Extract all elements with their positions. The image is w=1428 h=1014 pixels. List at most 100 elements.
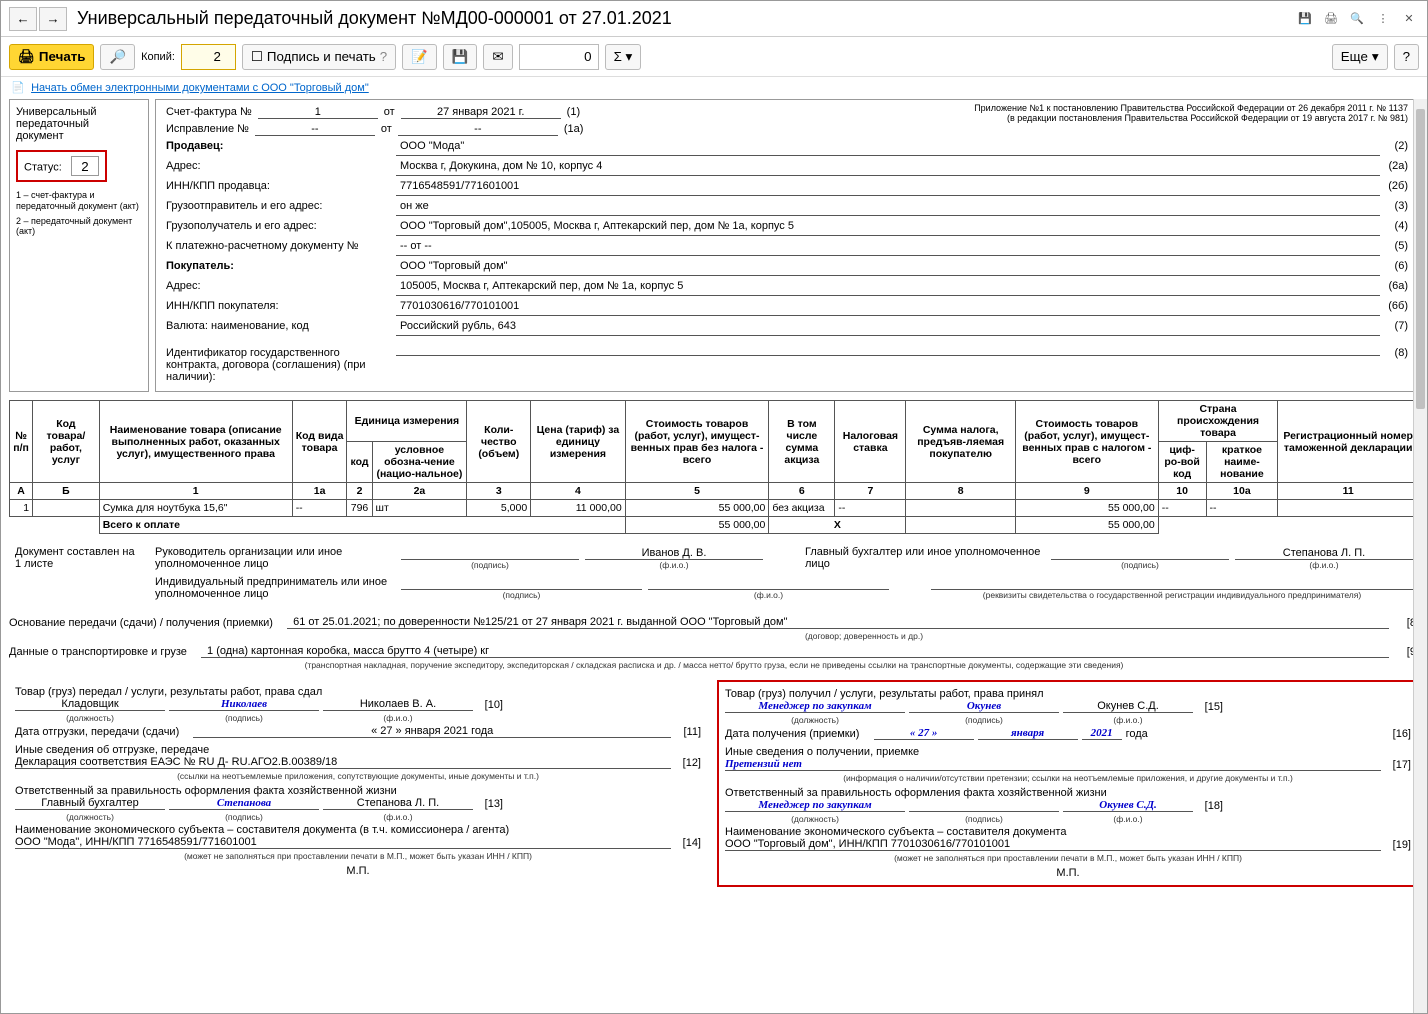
item-row: 1 Сумка для ноутбука 15,6"-- 796шт 5,000… xyxy=(10,500,1419,517)
th-total: Стоимость товаров (работ, услуг), имущес… xyxy=(1015,401,1158,483)
field-value: 7701030616/770101001 xyxy=(396,300,1380,316)
field-num: (7) xyxy=(1380,320,1408,332)
window-title: Универсальный передаточный документ №МД0… xyxy=(77,8,1295,29)
status-h2: передаточный xyxy=(16,118,142,130)
basis-label: Основание передачи (сдачи) / получения (… xyxy=(9,617,273,629)
copies-input[interactable] xyxy=(181,44,236,70)
right-pos: Менеджер по закупкам xyxy=(725,700,905,713)
sf-num: 1 xyxy=(258,106,378,119)
left-column: Товар (груз) передал / услуги, результат… xyxy=(9,680,707,887)
left-resp-fio: Степанова Л. П. xyxy=(323,797,473,810)
status-hint1: 1 – счет-фактура и передаточный документ… xyxy=(16,190,142,212)
field-label: Адрес: xyxy=(166,280,396,292)
status-h3: документ xyxy=(16,130,142,142)
right-column: Товар (груз) получил / услуги, результат… xyxy=(717,680,1419,887)
more-button[interactable]: Еще ▾ xyxy=(1332,44,1388,70)
left-date: « 27 » января 2021 года xyxy=(193,725,671,738)
field-num: (6а) xyxy=(1380,280,1408,292)
titlebar: ← → Универсальный передаточный документ … xyxy=(1,1,1427,37)
th-unit: Единица измерения xyxy=(347,401,467,442)
preview-icon[interactable]: 🔍 xyxy=(1347,9,1367,29)
field-value: ООО "Мода" xyxy=(396,140,1380,156)
disk-button[interactable]: 💾 xyxy=(443,44,478,70)
left-resp-pos: Главный бухгалтер xyxy=(15,797,165,810)
help-button[interactable]: ? xyxy=(1394,44,1419,70)
sf-label: Счет-фактура № xyxy=(166,106,252,118)
right-sig: Окунев xyxy=(909,700,1059,713)
transport-label: Данные о транспортировке и грузе xyxy=(9,646,187,658)
vertical-scrollbar[interactable] xyxy=(1413,99,1427,1013)
right-econ: ООО "Торговый дом", ИНН/КПП 7701030616/7… xyxy=(725,838,1381,851)
right-other: Претензий нет xyxy=(725,758,1381,771)
isp-num: -- xyxy=(255,123,375,136)
status-input[interactable] xyxy=(71,156,99,176)
field-num: (4) xyxy=(1380,220,1408,232)
field-label: ИНН/КПП покупателя: xyxy=(166,300,396,312)
forward-button[interactable]: → xyxy=(39,7,67,31)
sigma-button[interactable]: Σ ▾ xyxy=(605,44,642,70)
th-price: Цена (тариф) за единицу измерения xyxy=(531,401,626,483)
print-icon[interactable]: 🖨 xyxy=(1321,9,1341,29)
field-value: ООО "Торговый дом" xyxy=(396,260,1380,276)
field-value: 7716548591/771601001 xyxy=(396,180,1380,196)
ip-label: Индивидуальный предприниматель или иное … xyxy=(155,576,395,600)
basis-value: 61 от 25.01.2021; по доверенности №125/2… xyxy=(287,616,1389,629)
th-vid: Код вида товара xyxy=(292,401,347,483)
mail-button[interactable]: ✉ xyxy=(483,44,512,70)
field-value: ООО "Торговый дом",105005, Москва г, Апт… xyxy=(396,220,1380,236)
field-label: Грузоотправитель и его адрес: xyxy=(166,200,396,212)
items-table: № п/п Код товара/ работ, услуг Наименова… xyxy=(9,400,1419,534)
copies-label: Копий: xyxy=(141,51,175,63)
back-button[interactable]: ← xyxy=(9,7,37,31)
right-date-y: 2021 xyxy=(1082,727,1122,740)
preview-button[interactable]: 🔎 xyxy=(100,44,135,70)
ruk-label: Руководитель организации или иное уполно… xyxy=(155,546,395,570)
field-num: (5) xyxy=(1380,240,1408,252)
edo-link[interactable]: Начать обмен электронными документами с … xyxy=(31,82,369,94)
isp-date: -- xyxy=(398,123,558,136)
left-header: Товар (груз) передал / услуги, результат… xyxy=(15,686,701,698)
left-resp-sig: Степанова xyxy=(169,797,319,810)
header-block: Приложение №1 к постановлению Правительс… xyxy=(155,99,1419,392)
field-label: Валюта: наименование, код xyxy=(166,320,396,332)
right-fio: Окунев С.Д. xyxy=(1063,700,1193,713)
save-icon[interactable]: 💾 xyxy=(1295,9,1315,29)
toolbar: 🖨 Печать 🔎 Копий: ☐ Подпись и печать ? 📝… xyxy=(1,37,1427,77)
field-num: (2) xyxy=(1380,140,1408,152)
field-num: (6) xyxy=(1380,260,1408,272)
field-num: (2а) xyxy=(1380,160,1408,172)
field-num: (2б) xyxy=(1380,180,1408,192)
field-label: Продавец: xyxy=(166,140,396,152)
th-decl: Регистрационный номер таможенной деклара… xyxy=(1278,401,1419,483)
field-label: Покупатель: xyxy=(166,260,396,272)
field-num: (3) xyxy=(1380,200,1408,212)
sf-date: 27 января 2021 г. xyxy=(401,106,561,119)
isp-label: Исправление № xyxy=(166,123,249,135)
field-label: К платежно-расчетному документу № xyxy=(166,240,396,252)
edit-button[interactable]: 📝 xyxy=(402,44,437,70)
close-icon[interactable]: ✕ xyxy=(1399,9,1419,29)
print-button[interactable]: 🖨 Печать xyxy=(9,44,94,70)
field-value: он же xyxy=(396,200,1380,216)
left-mp: М.П. xyxy=(15,865,701,877)
glb-label: Главный бухгалтер или иное уполномоченно… xyxy=(805,546,1045,570)
right-date-m: января xyxy=(978,727,1078,740)
transport-value: 1 (одна) картонная коробка, масса брутто… xyxy=(201,645,1389,658)
left-sig: Николаев xyxy=(169,698,319,711)
field-num: (8) xyxy=(1380,347,1408,359)
zero-input[interactable] xyxy=(519,44,599,70)
total-row: Всего к оплате 55 000,00X 55 000,00 xyxy=(10,517,1419,534)
field-value: Российский рубль, 643 xyxy=(396,320,1380,336)
menu-icon[interactable]: ⋮ xyxy=(1373,9,1393,29)
field-label: Адрес: xyxy=(166,160,396,172)
th-rate: Налоговая ставка xyxy=(835,401,906,483)
th-cost: Стоимость товаров (работ, услуг), имущес… xyxy=(625,401,769,483)
sign-print-button[interactable]: ☐ Подпись и печать ? xyxy=(242,44,396,70)
right-resp-sig xyxy=(909,811,1059,812)
field-label: Грузополучатель и его адрес: xyxy=(166,220,396,232)
right-date-d: « 27 » xyxy=(874,727,974,740)
th-akc: В том числе сумма акциза xyxy=(769,401,835,483)
status-panel: Универсальный передаточный документ Стат… xyxy=(9,99,149,392)
field-label: Идентификатор государственного контракта… xyxy=(166,347,396,383)
field-label: ИНН/КПП продавца: xyxy=(166,180,396,192)
